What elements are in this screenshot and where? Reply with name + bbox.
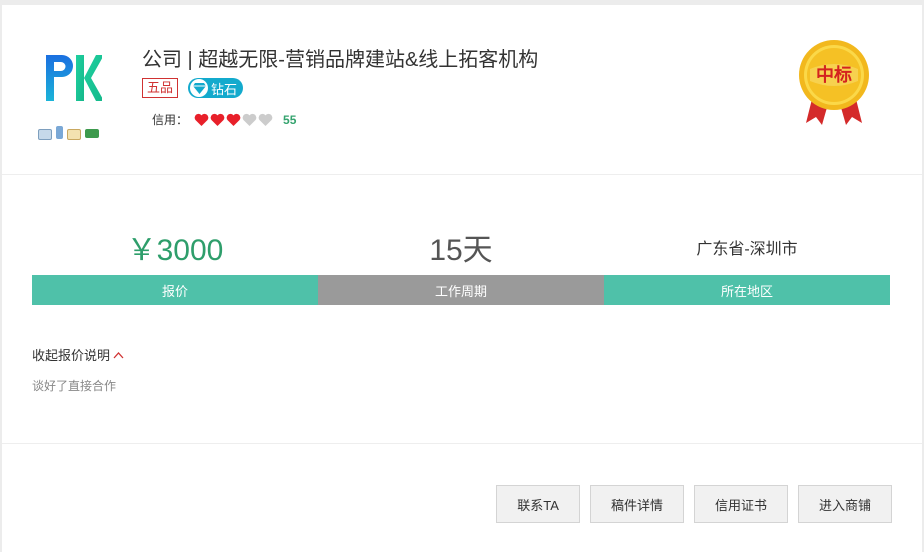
id-card-icon	[38, 129, 52, 140]
bid-price: ￥3000	[126, 234, 224, 267]
footer-divider	[2, 443, 922, 444]
collapse-quote-toggle[interactable]: 收起报价说明	[32, 345, 124, 364]
level-badge: 钻石	[188, 78, 244, 98]
quote-description: 谈好了直接合作	[32, 379, 117, 393]
chevron-up-icon	[113, 351, 124, 358]
company-badges: 五品 钻石	[142, 78, 244, 98]
bid-card: 公司 | 超越无限-营销品牌建站&线上拓客机构 五品 钻石 信用： 55 中标	[2, 5, 922, 552]
credit-score: 55	[283, 112, 297, 127]
heart-filled-icon	[210, 113, 225, 126]
grade-badge: 五品	[142, 78, 179, 98]
bid-stats-values: ￥3000 15天 广东省-深圳市	[32, 225, 890, 269]
phone-icon	[56, 126, 63, 139]
level-label: 钻石	[211, 81, 238, 97]
manuscript-details-button[interactable]: 稿件详情	[589, 485, 684, 523]
action-buttons: 联系TA 稿件详情 信用证书 进入商铺	[496, 485, 892, 523]
credit-hearts	[194, 113, 273, 126]
company-logo[interactable]	[44, 53, 102, 105]
diamond-icon	[190, 79, 209, 97]
heart-empty-icon	[242, 113, 257, 126]
verification-icons	[38, 126, 99, 140]
region-label: 所在地区	[604, 275, 890, 305]
heart-filled-icon	[226, 113, 241, 126]
contact-button[interactable]: 联系TA	[496, 485, 580, 523]
price-label: 报价	[32, 275, 318, 305]
header-divider	[2, 174, 922, 175]
heart-empty-icon	[258, 113, 273, 126]
region: 广东省-深圳市	[696, 241, 798, 258]
collapse-quote-label: 收起报价说明	[32, 348, 111, 363]
email-icon	[67, 129, 81, 140]
period-label: 工作周期	[318, 275, 604, 305]
company-title[interactable]: 公司 | 超越无限-营销品牌建站&线上拓客机构	[142, 43, 538, 72]
bank-card-icon	[85, 129, 99, 138]
enter-shop-button[interactable]: 进入商铺	[797, 485, 892, 523]
credit-rating: 信用： 55	[152, 111, 296, 128]
credit-label: 信用：	[152, 113, 189, 127]
bid-stats-labels: 报价 工作周期 所在地区	[32, 275, 890, 305]
heart-filled-icon	[194, 113, 209, 126]
work-period: 15天	[429, 234, 493, 267]
credit-certificate-button[interactable]: 信用证书	[693, 485, 788, 523]
medal-text: 中标	[816, 65, 852, 85]
